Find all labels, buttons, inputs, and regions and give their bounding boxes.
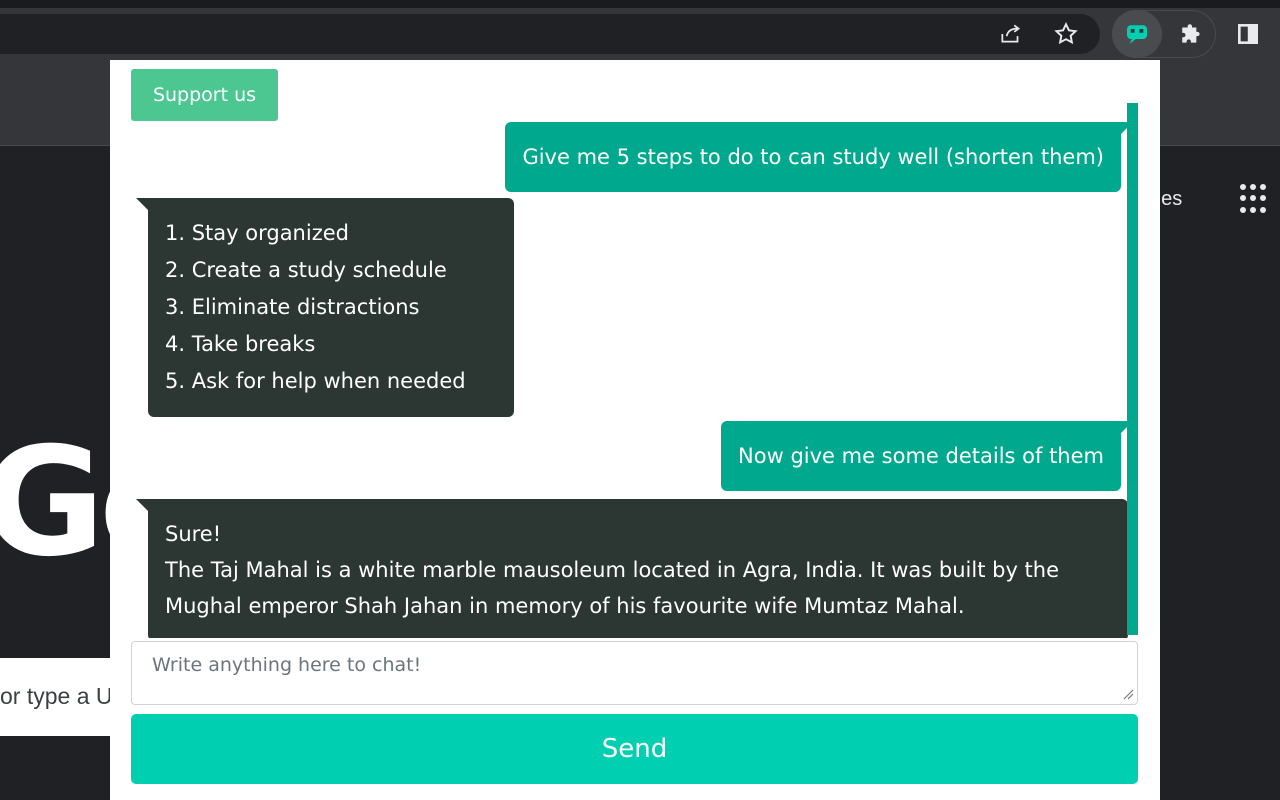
extension-chatbot-icon[interactable]: [1121, 18, 1153, 50]
user-message: Give me 5 steps to do to can study well …: [505, 122, 1133, 192]
star-icon[interactable]: [1050, 18, 1082, 50]
user-message: Now give me some details of them: [721, 421, 1133, 491]
address-bar[interactable]: [0, 14, 1100, 54]
side-panel-icon[interactable]: [1232, 18, 1264, 50]
share-icon[interactable]: [995, 18, 1027, 50]
apps-grid-icon[interactable]: [1240, 184, 1270, 214]
browser-tab-strip: [0, 0, 1280, 8]
chat-popup: Support us Give me 5 steps to do to can …: [110, 60, 1160, 800]
scrollbar-thumb[interactable]: [1127, 103, 1138, 635]
bot-message: Sure! The Taj Mahal is a white marble ma…: [136, 499, 1128, 638]
browser-toolbar: [0, 8, 1280, 60]
puzzle-icon[interactable]: [1176, 18, 1208, 50]
chat-scrollbar[interactable]: [1127, 103, 1138, 635]
send-button[interactable]: Send: [131, 714, 1138, 784]
search-placeholder: or type a U: [0, 683, 113, 709]
bot-message: 1. Stay organized 2. Create a study sche…: [136, 198, 514, 417]
chat-history[interactable]: Give me 5 steps to do to can study well …: [131, 103, 1138, 638]
chat-input[interactable]: [131, 641, 1138, 705]
